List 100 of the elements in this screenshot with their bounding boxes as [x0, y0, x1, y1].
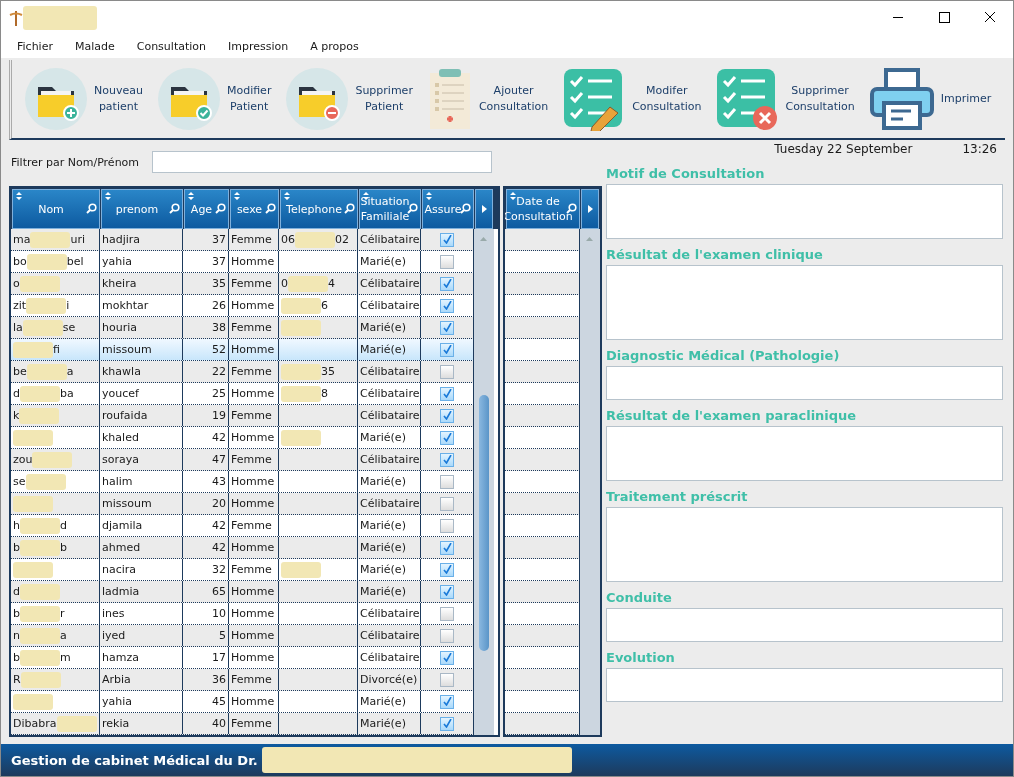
table-row[interactable]: ma uri hadjira 37 Femme 06 02 Célibataire	[11, 229, 474, 251]
search-icon[interactable]	[215, 203, 226, 214]
table-cell: Homme	[229, 603, 279, 624]
checkbox[interactable]	[440, 276, 454, 291]
checkbox[interactable]	[440, 650, 454, 665]
table-row[interactable]: R Arbia 36 Femme Divorcé(e)	[11, 669, 474, 691]
checkbox[interactable]	[440, 606, 454, 621]
table-row[interactable]: o kheira 35 Femme 0 4 Célibataire	[11, 273, 474, 295]
table-row[interactable]: yahia 45 Homme Marié(e)	[11, 691, 474, 713]
table-row[interactable]: fi missoum 52 Homme Marié(e)	[11, 339, 474, 361]
toolbar-button[interactable]: Nouveau patient	[20, 67, 147, 131]
checkbox[interactable]	[440, 232, 454, 247]
search-icon[interactable]	[344, 203, 355, 214]
scrollbar[interactable]	[580, 229, 600, 735]
toolbar-button[interactable]: Supprimer Patient	[281, 67, 417, 131]
checkbox[interactable]	[440, 562, 454, 577]
checkbox[interactable]	[440, 408, 454, 423]
search-icon[interactable]	[265, 203, 276, 214]
checkbox[interactable]	[440, 342, 454, 357]
menu-item[interactable]: Consultation	[128, 39, 220, 53]
scroll-right-icon[interactable]	[481, 205, 487, 213]
table-cell: soraya	[100, 449, 183, 470]
table-row[interactable]: la se houria 38 Femme Marié(e)	[11, 317, 474, 339]
table-cell: Homme	[229, 493, 279, 514]
table-row[interactable]: d ba youcef 25 Homme 8 Célibataire	[11, 383, 474, 405]
table-cell: Marié(e)	[358, 691, 421, 712]
toolbar-button[interactable]: Ajouter Consultation	[422, 67, 553, 131]
folder-icon	[24, 67, 88, 131]
checkbox[interactable]	[440, 298, 454, 313]
checkbox[interactable]	[440, 320, 454, 335]
scroll-right-button[interactable]	[581, 189, 599, 229]
table-row[interactable]: missoum 20 Homme Célibataire	[11, 493, 474, 515]
table-row[interactable]: d ladmia 65 Homme Marié(e)	[11, 581, 474, 603]
toolbar-button[interactable]: Supprimer Consultation	[711, 67, 859, 131]
table-row[interactable]: Dibabra rekia 40 Femme Marié(e)	[11, 713, 474, 735]
field-label: Résultat de l'examen clinique	[606, 247, 824, 264]
filter-field[interactable]	[152, 151, 492, 173]
checkbox[interactable]	[440, 716, 454, 731]
column-header[interactable]: Assure	[422, 189, 474, 229]
table-cell: 19	[183, 405, 229, 426]
checkbox[interactable]	[440, 540, 454, 555]
column-header[interactable]: Age	[184, 189, 229, 229]
table-row[interactable]: h d djamila 42 Femme Marié(e)	[11, 515, 474, 537]
checkbox[interactable]	[440, 386, 454, 401]
column-header[interactable]: Situation Familiale	[359, 189, 421, 229]
table-cell: khawla	[100, 361, 183, 382]
checkbox[interactable]	[440, 628, 454, 643]
menu-item[interactable]: Malade	[66, 39, 129, 53]
search-icon[interactable]	[566, 203, 577, 214]
table-row[interactable]: n a iyed 5 Homme Célibataire	[11, 625, 474, 647]
sort-icon	[426, 192, 432, 200]
cell-text: se	[13, 475, 26, 488]
checkbox[interactable]	[440, 364, 454, 379]
sort-icon	[188, 192, 194, 200]
menu-item[interactable]: A propos	[302, 39, 373, 53]
toolbar-button[interactable]: Modifier Patient	[152, 67, 276, 131]
scroll-right-icon[interactable]	[587, 205, 593, 213]
table-row[interactable]: khaled 42 Homme Marié(e)	[11, 427, 474, 449]
table-row[interactable]: se halim 43 Homme Marié(e)	[11, 471, 474, 493]
checkbox[interactable]	[440, 518, 454, 533]
cell-text: 0	[281, 277, 288, 290]
checkbox[interactable]	[440, 496, 454, 511]
table-cell: Femme	[229, 449, 279, 470]
table-row[interactable]: bo bel yahia 37 Homme Marié(e)	[11, 251, 474, 273]
table-row[interactable]: zit i mokhtar 26 Homme 6 Célibataire	[11, 295, 474, 317]
table-row[interactable]: k roufaida 19 Femme Célibataire	[11, 405, 474, 427]
search-icon[interactable]	[460, 203, 471, 214]
search-icon[interactable]	[169, 203, 180, 214]
scrollbar[interactable]	[474, 229, 494, 735]
cell-text: 6	[321, 299, 328, 312]
column-header[interactable]: prenom	[101, 189, 183, 229]
table-row[interactable]: b r ines 10 Homme Célibataire	[11, 603, 474, 625]
checkmark-icon	[442, 389, 452, 398]
table-row[interactable]: zou soraya 47 Femme Célibataire	[11, 449, 474, 471]
checkbox[interactable]	[440, 672, 454, 687]
table-row[interactable]: be a khawla 22 Femme 35 Célibataire	[11, 361, 474, 383]
checkbox[interactable]	[440, 694, 454, 709]
table-cell: Homme	[229, 427, 279, 448]
menu-item[interactable]: Impression	[220, 39, 303, 53]
checkmark-icon	[442, 653, 452, 662]
search-icon[interactable]	[407, 203, 418, 214]
redaction-mark	[20, 539, 60, 556]
menu-item[interactable]: Fichier	[9, 39, 67, 53]
checkbox[interactable]	[440, 254, 454, 269]
toolbar-button[interactable]: Imprimer	[864, 67, 996, 131]
scroll-right-button[interactable]	[475, 189, 493, 229]
column-header[interactable]: sexe	[230, 189, 279, 229]
checkbox[interactable]	[440, 452, 454, 467]
checkbox[interactable]	[440, 584, 454, 599]
toolbar-button[interactable]: Modifer Consultation	[558, 67, 706, 131]
table-cell: djamila	[100, 515, 183, 536]
table-row[interactable]: nacira 32 Femme Marié(e)	[11, 559, 474, 581]
column-header[interactable]: Nom	[12, 189, 100, 229]
checkbox[interactable]	[440, 430, 454, 445]
checkbox[interactable]	[440, 474, 454, 489]
table-row[interactable]: b b ahmed 42 Homme Marié(e)	[11, 537, 474, 559]
table-row[interactable]: b m hamza 17 Homme Célibataire	[11, 647, 474, 669]
table-cell: halim	[100, 471, 183, 492]
column-header[interactable]: Telephone	[280, 189, 358, 229]
search-icon[interactable]	[86, 203, 97, 214]
